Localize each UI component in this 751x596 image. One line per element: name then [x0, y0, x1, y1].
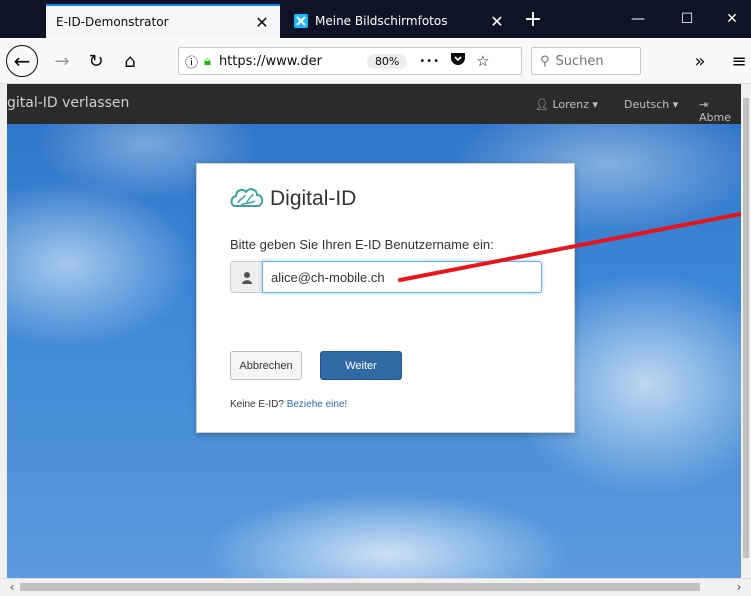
user-icon — [241, 271, 252, 284]
user-icon: 👤︎ — [535, 98, 549, 111]
username-prompt: Bitte geben Sie Ihren E-ID Benutzername … — [230, 237, 494, 252]
url-bar[interactable]: ⓘ 🔒︎ https://www.der 80% ••• ☆ — [178, 47, 522, 75]
navbar-brand-link[interactable]: gital-ID verlassen — [7, 95, 129, 111]
get-id-link[interactable]: Beziehe eine! — [287, 399, 348, 410]
scroll-right-icon[interactable]: › — [731, 579, 747, 595]
username-input-group — [230, 261, 542, 293]
window-close-icon[interactable]: ✕ — [713, 6, 751, 32]
next-button[interactable]: Weiter — [320, 351, 402, 380]
language-menu[interactable]: Deutsch ▾ — [624, 98, 678, 111]
login-card: Digital-ID Bitte geben Sie Ihren E-ID Be… — [196, 163, 575, 433]
scroll-left-icon[interactable]: ‹ — [4, 579, 20, 595]
no-id-label: Keine E-ID? — [230, 399, 284, 410]
new-tab-icon[interactable]: + — [515, 4, 551, 38]
brain-icon — [230, 188, 264, 207]
navigation-toolbar: ← → ↻ ⌂ ⓘ 🔒︎ https://www.der 80% ••• ☆ ⚲… — [0, 38, 751, 84]
pocket-icon[interactable] — [450, 52, 466, 70]
user-addon — [230, 261, 262, 293]
logout-icon: ⇥ — [699, 98, 709, 111]
tab-strip: E-ID-Demonstrator ✕ Meine Bildschirmfoto… — [0, 0, 751, 38]
maximize-icon[interactable]: ☐ — [668, 6, 706, 32]
language-menu-label: Deutsch — [624, 98, 670, 111]
app-navbar: gital-ID verlassen 👤︎ Lorenz ▾ Deutsch ▾… — [7, 84, 741, 124]
forward-icon[interactable]: → — [48, 47, 76, 75]
username-input[interactable] — [262, 261, 542, 293]
no-id-text: Keine E-ID? Beziehe eine! — [230, 399, 347, 410]
tab-close-icon[interactable]: ✕ — [254, 13, 270, 32]
cancel-button[interactable]: Abbrechen — [230, 351, 302, 380]
url-text[interactable]: https://www.der — [219, 54, 359, 69]
page-actions-icon[interactable]: ••• — [419, 56, 440, 67]
tab-close-icon[interactable]: ✕ — [489, 12, 505, 31]
search-box[interactable]: ⚲ Suchen — [531, 47, 641, 75]
search-icon: ⚲ — [540, 53, 550, 69]
digital-id-logo: Digital-ID — [230, 186, 356, 212]
page-left-edge — [0, 84, 7, 578]
vertical-scroll-thumb[interactable] — [743, 98, 749, 558]
logo-text: Digital-ID — [270, 187, 357, 210]
logout-label: Abme — [699, 111, 731, 124]
reload-icon[interactable]: ↻ — [82, 47, 110, 75]
horizontal-scroll-thumb[interactable] — [20, 583, 700, 591]
search-placeholder: Suchen — [555, 53, 604, 69]
user-menu[interactable]: 👤︎ Lorenz ▾ — [535, 98, 598, 111]
zoom-level-badge[interactable]: 80% — [366, 53, 408, 69]
home-icon[interactable]: ⌂ — [116, 47, 144, 75]
back-icon[interactable]: ← — [6, 45, 38, 77]
screenshot-app-icon — [293, 13, 309, 29]
tab-e-id-demonstrator[interactable]: E-ID-Demonstrator ✕ — [46, 4, 280, 38]
tab-meine-bildschirmfotos[interactable]: Meine Bildschirmfotos ✕ — [283, 4, 515, 38]
tab-title: Meine Bildschirmfotos — [315, 14, 448, 28]
overflow-chevron-icon[interactable]: » — [686, 47, 714, 75]
user-menu-label: Lorenz — [552, 98, 589, 111]
tab-title: E-ID-Demonstrator — [56, 15, 169, 29]
minimize-icon[interactable]: — — [619, 6, 657, 32]
hamburger-menu-icon[interactable]: ≡ — [727, 47, 751, 75]
page-viewport: gital-ID verlassen 👤︎ Lorenz ▾ Deutsch ▾… — [7, 84, 741, 578]
lock-icon[interactable]: 🔒︎ — [204, 54, 211, 69]
info-icon[interactable]: ⓘ — [185, 52, 198, 71]
bookmark-star-icon[interactable]: ☆ — [476, 52, 489, 70]
logout-link[interactable]: ⇥ Abme — [699, 98, 741, 124]
